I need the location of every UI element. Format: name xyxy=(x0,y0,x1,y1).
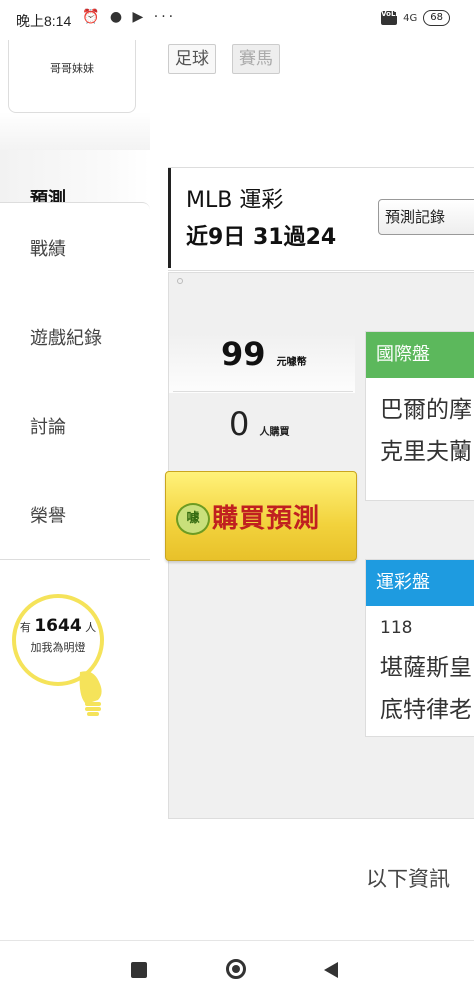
user-name: 哥哥妹妹 xyxy=(50,62,94,75)
home-circle-icon[interactable] xyxy=(226,959,246,979)
status-right: VoLTE 4G 68 xyxy=(381,10,450,26)
status-time: 晚上8:14 xyxy=(16,13,72,29)
sidebar-item-game-log[interactable]: 遊戲紀錄 xyxy=(0,292,150,382)
sidebar: 哥哥妹妹 預測 戰績 遊戲紀錄 討論 榮譽 有 1644 人 加我為明燈 xyxy=(0,34,151,940)
buyer-count-unit: 人購買 xyxy=(259,427,290,438)
main-content: 足球 賽馬 MLB 運彩 近9日 31過24 預測記錄 99 元噱幣 0 人購買… xyxy=(150,40,474,940)
game-number: 118 xyxy=(380,618,413,638)
accent-bar xyxy=(168,168,171,268)
buy-prediction-label: 購買預測 xyxy=(212,504,321,534)
android-navbar xyxy=(0,940,474,1001)
lamp-prefix: 有 xyxy=(19,621,31,634)
odds-card-header: 國際盤 xyxy=(366,332,474,378)
prediction-history-button[interactable]: 預測記錄 xyxy=(378,199,474,235)
square-icon[interactable] xyxy=(131,962,147,978)
volte-icon: VoLTE xyxy=(381,11,404,25)
sidebar-item-label: 戰績 xyxy=(30,239,66,260)
odds-card-international[interactable]: 國際盤 巴爾的摩 克里夫蘭 xyxy=(365,331,474,501)
sidebar-item-label: 榮譽 xyxy=(30,506,66,527)
sidebar-item-label: 遊戲紀錄 xyxy=(30,328,102,349)
prediction-record: 近9日 31過24 xyxy=(186,225,337,250)
status-bar: 晚上8:14 ⏰ ● ▶ ··· VoLTE 4G 68 xyxy=(0,0,474,40)
user-card[interactable]: 哥哥妹妹 xyxy=(8,34,136,113)
price: 99 元噱幣 xyxy=(221,335,307,373)
odds-card-header: 運彩盤 xyxy=(366,560,474,606)
back-triangle-icon[interactable] xyxy=(324,962,338,978)
sidebar-item-record[interactable]: 戰績 xyxy=(0,202,150,293)
divider xyxy=(173,391,353,392)
price-value: 99 xyxy=(221,335,266,373)
tag-football[interactable]: 足球 xyxy=(168,44,216,74)
sidebar-item-honor[interactable]: 榮譽 xyxy=(0,470,150,560)
team-line: 巴爾的摩 xyxy=(380,397,472,423)
notification-icons: ⏰ ● ▶ ··· xyxy=(82,9,177,25)
lamp-caption: 加我為明燈 xyxy=(30,641,86,654)
odds-card-sports-lottery[interactable]: 運彩盤 118 堪薩斯皇 底特律老 xyxy=(365,559,474,737)
sidebar-item-label: 討論 xyxy=(30,417,66,438)
team-line: 底特律老 xyxy=(380,697,472,723)
tag-horse-racing[interactable]: 賽馬 xyxy=(232,44,280,74)
user-card-shadow xyxy=(0,112,150,151)
battery-icon: 68 xyxy=(423,10,450,26)
buyer-count: 0 人購買 xyxy=(229,405,290,443)
info-footer-text: 以下資訊 xyxy=(366,867,450,891)
prediction-panel: 99 元噱幣 0 人購買 噱 購買預測 國際盤 巴爾的摩 克里夫蘭 運彩盤 11… xyxy=(165,272,474,819)
team-line: 堪薩斯皇 xyxy=(380,655,472,681)
price-unit: 元噱幣 xyxy=(276,357,307,368)
prediction-title: MLB 運彩 xyxy=(186,188,284,213)
sidebar-item-discussion[interactable]: 討論 xyxy=(0,381,150,471)
lamp-count: 1644 xyxy=(34,616,82,636)
lamp-count-line: 有 1644 人 xyxy=(10,616,106,636)
panel-dot xyxy=(177,278,183,284)
lightbulb-icon xyxy=(79,671,102,716)
buy-prediction-button[interactable]: 噱 購買預測 xyxy=(165,471,357,561)
coin-icon: 噱 xyxy=(176,503,210,535)
lamp-follow-button[interactable]: 有 1644 人 加我為明燈 xyxy=(10,590,120,730)
lamp-suffix: 人 xyxy=(85,621,97,634)
buyer-count-value: 0 xyxy=(229,405,250,443)
signal-icon: 4G xyxy=(403,12,418,24)
prediction-header: MLB 運彩 近9日 31過24 預測記錄 xyxy=(168,167,474,271)
team-line: 克里夫蘭 xyxy=(380,439,472,465)
